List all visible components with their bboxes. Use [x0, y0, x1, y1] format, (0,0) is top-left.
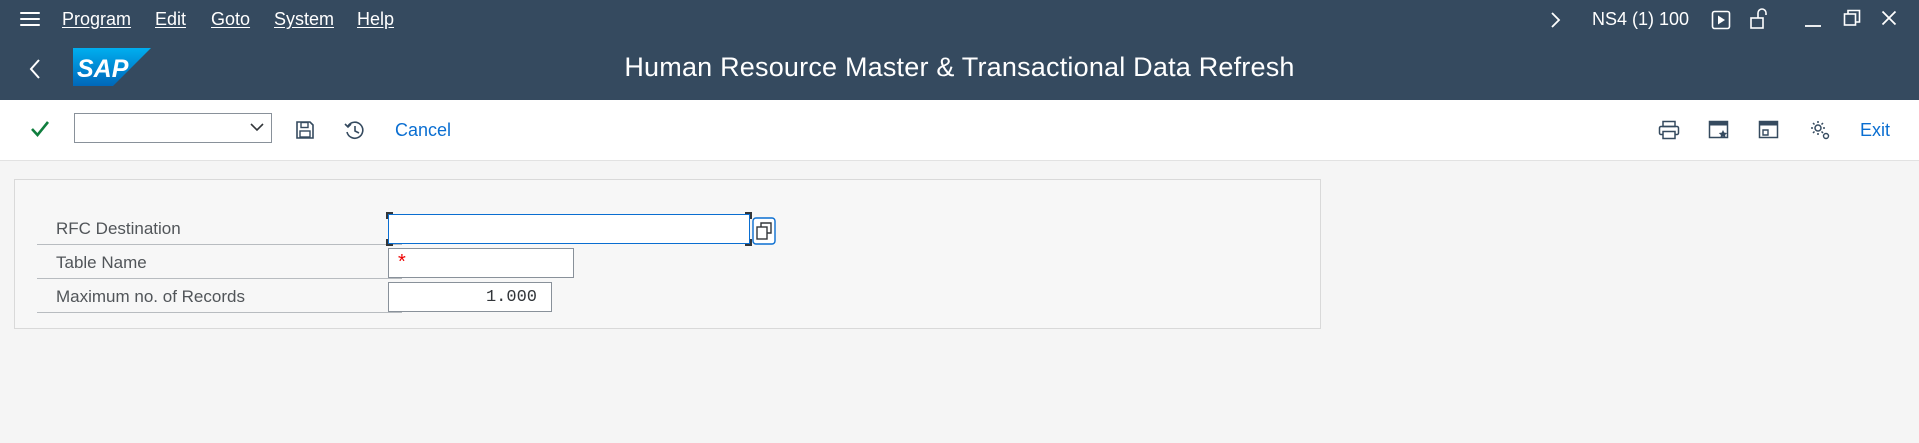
- chevron-right-icon[interactable]: [1549, 11, 1561, 29]
- table-name-label: Table Name: [56, 253, 147, 272]
- menu-icon[interactable]: [20, 12, 40, 26]
- shell-header: SAP Human Resource Master & Transactiona…: [0, 38, 1919, 100]
- rfc-destination-label: RFC Destination: [56, 219, 181, 238]
- print-icon[interactable]: [1658, 120, 1680, 140]
- application-toolbar: Cancel Exit: [0, 100, 1919, 161]
- menu-goto[interactable]: Goto: [211, 9, 250, 30]
- unlock-icon[interactable]: [1749, 8, 1769, 30]
- chevron-down-icon[interactable]: [249, 121, 265, 133]
- menu-program[interactable]: Program: [62, 9, 131, 30]
- max-records-value: 1.000: [485, 288, 537, 307]
- table-name-input[interactable]: *: [388, 248, 574, 278]
- menu-edit[interactable]: Edit: [155, 9, 186, 30]
- minimize-icon[interactable]: [1804, 12, 1822, 28]
- rfc-destination-input[interactable]: [386, 212, 752, 246]
- page-title: Human Resource Master & Transactional Da…: [624, 52, 1295, 82]
- window-layout-icon[interactable]: [1758, 119, 1780, 141]
- menu-system[interactable]: System: [274, 9, 334, 30]
- settings-icon[interactable]: [1809, 119, 1831, 141]
- restore-icon[interactable]: [1843, 9, 1861, 27]
- close-icon[interactable]: [1881, 10, 1897, 26]
- cancel-button[interactable]: Cancel: [395, 120, 451, 141]
- system-info: NS4 (1) 100: [1592, 9, 1690, 29]
- history-icon[interactable]: [344, 120, 366, 142]
- value-help-icon[interactable]: [752, 217, 776, 245]
- field-row-table-name: Table Name: [37, 246, 402, 279]
- save-icon[interactable]: [295, 120, 315, 140]
- menu-bar: Program Edit Goto System Help NS4 (1) 10…: [0, 0, 1919, 38]
- menu-help[interactable]: Help: [357, 9, 394, 30]
- command-field[interactable]: [74, 113, 272, 143]
- required-indicator: *: [398, 251, 406, 273]
- field-row-rfc-destination: RFC Destination: [37, 212, 402, 245]
- selection-screen-group: RFC Destination Table Name Maximum no. o…: [14, 179, 1321, 329]
- max-records-label: Maximum no. of Records: [56, 287, 245, 306]
- new-window-icon[interactable]: [1708, 119, 1730, 141]
- check-icon[interactable]: [30, 120, 50, 138]
- max-records-input[interactable]: 1.000: [388, 282, 552, 312]
- field-row-max-records: Maximum no. of Records: [37, 280, 402, 313]
- play-icon[interactable]: [1711, 10, 1731, 30]
- exit-button[interactable]: Exit: [1860, 120, 1890, 141]
